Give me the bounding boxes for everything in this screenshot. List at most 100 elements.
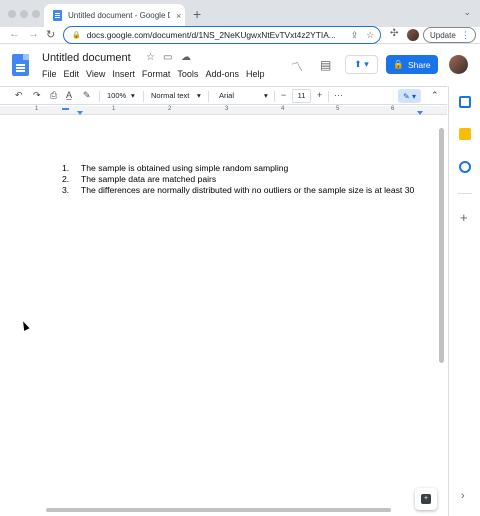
explore-icon: +: [421, 494, 431, 504]
horizontal-scrollbar[interactable]: [46, 508, 391, 512]
left-indent-marker[interactable]: [77, 111, 83, 115]
style-select[interactable]: Normal text: [151, 91, 189, 100]
address-bar[interactable]: 🔒 docs.google.com/document/d/1NS_2NeKUgw…: [63, 26, 381, 44]
explore-button[interactable]: +: [415, 488, 437, 510]
list-number: 2.: [62, 174, 70, 184]
font-dropdown-icon[interactable]: ▾: [264, 91, 268, 100]
keep-notes-icon[interactable]: [459, 128, 471, 140]
back-icon[interactable]: ←: [9, 28, 20, 40]
style-dropdown-icon[interactable]: ▾: [197, 91, 201, 100]
present-icon: ⬆ ▾: [354, 59, 369, 69]
new-tab-button[interactable]: +: [193, 6, 201, 22]
toolbar-divider: [208, 91, 209, 102]
first-line-indent-marker[interactable]: [62, 108, 69, 110]
increase-font-size-button[interactable]: +: [317, 90, 322, 100]
more-menu-icon: ⋮: [461, 30, 470, 40]
list-item[interactable]: 1. The sample is obtained using simple r…: [62, 163, 414, 174]
font-select[interactable]: Arial: [219, 91, 234, 100]
toolbar-divider: [274, 91, 275, 102]
cloud-status-icon[interactable]: ☁: [181, 52, 191, 63]
menu-addons[interactable]: Add-ons: [205, 69, 239, 79]
activity-trending-icon[interactable]: 〽: [291, 58, 303, 75]
lock-icon: 🔒: [393, 59, 404, 69]
editing-mode-button[interactable]: ✎ ▾: [398, 89, 421, 103]
reload-icon[interactable]: ↻: [46, 28, 55, 41]
side-panel: + ›: [448, 86, 480, 516]
pencil-icon: ✎ ▾: [403, 91, 416, 101]
document-canvas[interactable]: 1. The sample is obtained using simple r…: [0, 116, 447, 507]
hide-menus-chevron-up-icon[interactable]: ⌃: [431, 90, 439, 101]
tasks-icon[interactable]: [459, 161, 471, 173]
update-button[interactable]: Update ⋮: [423, 27, 476, 43]
calendar-icon[interactable]: [459, 96, 471, 108]
move-folder-icon[interactable]: ▭: [163, 52, 172, 63]
toolbar-divider: [99, 91, 100, 102]
present-button[interactable]: ⬆ ▾: [345, 55, 378, 74]
spellcheck-icon[interactable]: A̲: [66, 90, 72, 100]
profile-avatar[interactable]: [407, 29, 419, 41]
list-item-text: The sample data are matched pairs: [81, 174, 217, 184]
window-zoom-dot[interactable]: [32, 10, 40, 18]
more-tools-icon[interactable]: ···: [334, 90, 343, 100]
decrease-font-size-button[interactable]: −: [281, 90, 286, 100]
list-item-text: The sample is obtained using simple rand…: [81, 163, 289, 173]
list-item-text: The differences are normally distributed…: [81, 185, 415, 195]
ruler-number: 2: [168, 106, 172, 112]
ruler-number: 1: [112, 106, 116, 112]
get-addons-plus-icon[interactable]: +: [460, 210, 468, 225]
docs-header: Untitled document ☆ ▭ ☁ File Edit View I…: [0, 45, 480, 85]
expand-panel-chevron-icon[interactable]: ›: [461, 490, 465, 502]
list-number: 3.: [62, 185, 70, 195]
document-title[interactable]: Untitled document: [42, 52, 131, 64]
right-indent-marker[interactable]: [417, 111, 423, 115]
account-avatar[interactable]: [449, 55, 468, 74]
undo-icon[interactable]: ↶: [15, 90, 23, 101]
list-item[interactable]: 2. The sample data are matched pairs: [62, 174, 414, 185]
docs-logo-icon[interactable]: [12, 54, 29, 76]
window-close-dot[interactable]: [8, 10, 16, 18]
zoom-dropdown-icon[interactable]: ▾: [131, 91, 135, 100]
menu-format[interactable]: Format: [142, 69, 171, 79]
lock-icon[interactable]: 🔒: [72, 31, 81, 39]
menu-help[interactable]: Help: [246, 69, 265, 79]
extensions-puzzle-icon[interactable]: ✣: [390, 28, 398, 39]
ruler: 1 1 2 3 4 5 6: [0, 106, 447, 115]
ruler-number: 1: [35, 106, 39, 112]
ruler-number: 5: [336, 106, 340, 112]
browser-tab[interactable]: Untitled document - Google Do ×: [44, 4, 185, 27]
ruler-number: 6: [391, 106, 395, 112]
ruler-number: 3: [225, 106, 229, 112]
ruler-number: 4: [281, 106, 285, 112]
toolbar-divider: [328, 91, 329, 102]
forward-icon[interactable]: →: [28, 28, 39, 40]
font-size-input[interactable]: 11: [292, 89, 311, 103]
docs-favicon-icon: [53, 10, 62, 21]
menu-edit[interactable]: Edit: [64, 69, 80, 79]
side-panel-divider: [458, 193, 472, 194]
paint-format-icon[interactable]: ✎: [83, 90, 91, 101]
url-text: docs.google.com/document/d/1NS_2NeKUgwxN…: [86, 30, 336, 40]
print-icon[interactable]: ⎙: [50, 90, 57, 101]
formatting-toolbar: ↶ ↷ ⎙ A̲ ✎ 100% ▾ Normal text ▾ Arial ▾ …: [0, 86, 447, 105]
menu-file[interactable]: File: [42, 69, 57, 79]
tab-search-icon[interactable]: ⌄: [463, 7, 471, 18]
share-page-icon[interactable]: ⇪: [351, 30, 359, 41]
zoom-select[interactable]: 100%: [107, 91, 126, 100]
docs-menubar: File Edit View Insert Format Tools Add-o…: [42, 69, 264, 79]
menu-tools[interactable]: Tools: [177, 69, 198, 79]
toolbar-divider: [143, 91, 144, 102]
tab-close-icon[interactable]: ×: [176, 11, 181, 21]
menu-insert[interactable]: Insert: [112, 69, 135, 79]
browser-toolbar: ← → ↻ 🔒 docs.google.com/document/d/1NS_2…: [0, 26, 480, 44]
vertical-scrollbar[interactable]: [439, 128, 444, 363]
comment-history-icon[interactable]: ▤: [320, 58, 331, 72]
bookmark-star-icon[interactable]: ☆: [366, 30, 374, 41]
numbered-list: 1. The sample is obtained using simple r…: [62, 163, 414, 196]
redo-icon[interactable]: ↷: [33, 90, 41, 101]
window-minimize-dot[interactable]: [20, 10, 28, 18]
list-number: 1.: [62, 163, 70, 173]
share-button[interactable]: 🔒 Share: [386, 55, 438, 74]
menu-view[interactable]: View: [86, 69, 105, 79]
star-icon[interactable]: ☆: [146, 52, 155, 63]
list-item[interactable]: 3. The differences are normally distribu…: [62, 185, 414, 196]
